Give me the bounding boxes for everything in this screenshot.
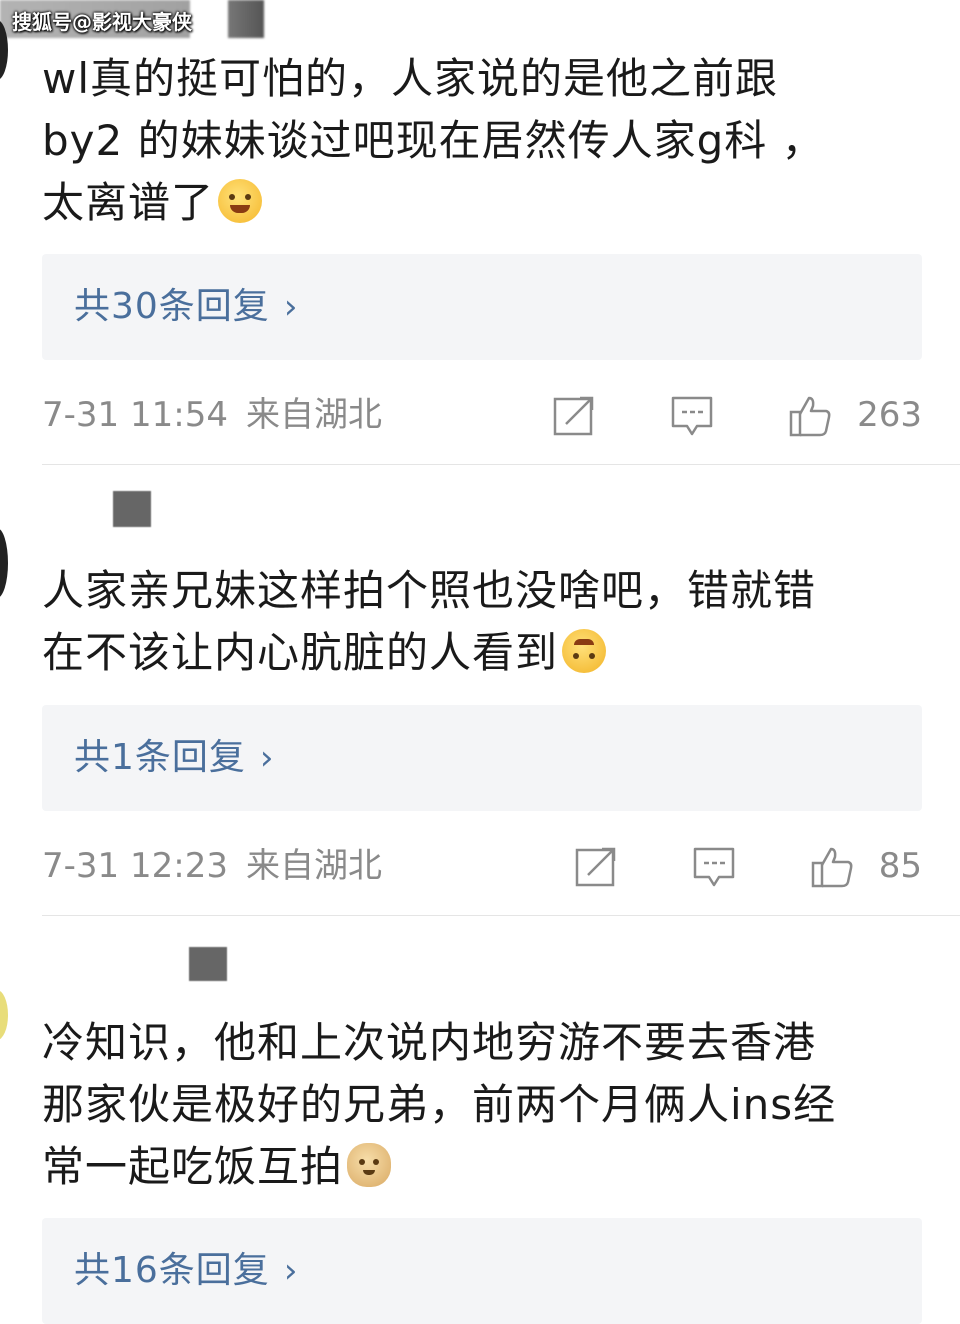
comment-text: wl真的挺可怕的，人家说的是他之前跟 by2 的妹妹谈过吧现在居然传人家g科 ，…: [42, 54, 825, 227]
like-count: 263: [857, 395, 922, 435]
replies-label[interactable]: 共30条回复 ›: [74, 254, 298, 360]
thumbs-up-icon[interactable]: [788, 394, 832, 438]
blurred-header-right: [228, 0, 264, 38]
comment-meta: 7-31 11:54 来自湖北 263: [42, 390, 922, 440]
share-icon[interactable]: [552, 394, 596, 438]
blurred-username: [189, 947, 227, 981]
divider: [42, 464, 960, 465]
comment-meta: 7-31 12:23 来自湖北 85: [42, 841, 922, 891]
avatar[interactable]: [0, 990, 8, 1040]
doge-emoji: [347, 1143, 392, 1187]
comment-text: 冷知识，他和上次说内地穷游不要去香港 那家伙是极好的兄弟，前两个月俩人ins经 …: [42, 1018, 837, 1191]
crying-laughing-emoji: [218, 179, 263, 223]
chevron-right-icon: ›: [283, 1251, 299, 1291]
like-count: 85: [878, 846, 922, 886]
upside-down-face-emoji: [562, 629, 607, 673]
blurred-username: [113, 491, 151, 527]
watermark-text: 搜狐号@影视大豪侠: [12, 10, 192, 34]
avatar[interactable]: [0, 528, 8, 598]
comment-location: 来自湖北: [245, 846, 382, 886]
chevron-right-icon: ›: [283, 287, 299, 327]
replies-link[interactable]: 共16条回复 ›: [42, 1218, 922, 1324]
comment-timestamp: 7-31 12:23 来自湖北: [42, 846, 382, 886]
comment-location: 来自湖北: [245, 395, 382, 435]
comment-text: 人家亲兄妹这样拍个照也没啥吧，错就错 在不该让内心肮脏的人看到: [42, 566, 817, 677]
replies-link[interactable]: 共30条回复 ›: [42, 254, 922, 360]
comment-icon[interactable]: [670, 394, 714, 438]
divider: [42, 915, 960, 916]
chevron-right-icon: ›: [259, 738, 275, 778]
share-icon[interactable]: [574, 845, 618, 889]
replies-label[interactable]: 共1条回复 ›: [74, 705, 275, 811]
comment-icon[interactable]: [692, 845, 736, 889]
replies-link[interactable]: 共1条回复 ›: [42, 705, 922, 811]
replies-label[interactable]: 共16条回复 ›: [74, 1218, 298, 1324]
comment-timestamp: 7-31 11:54 来自湖北: [42, 395, 382, 435]
thumbs-up-icon[interactable]: [810, 845, 854, 889]
